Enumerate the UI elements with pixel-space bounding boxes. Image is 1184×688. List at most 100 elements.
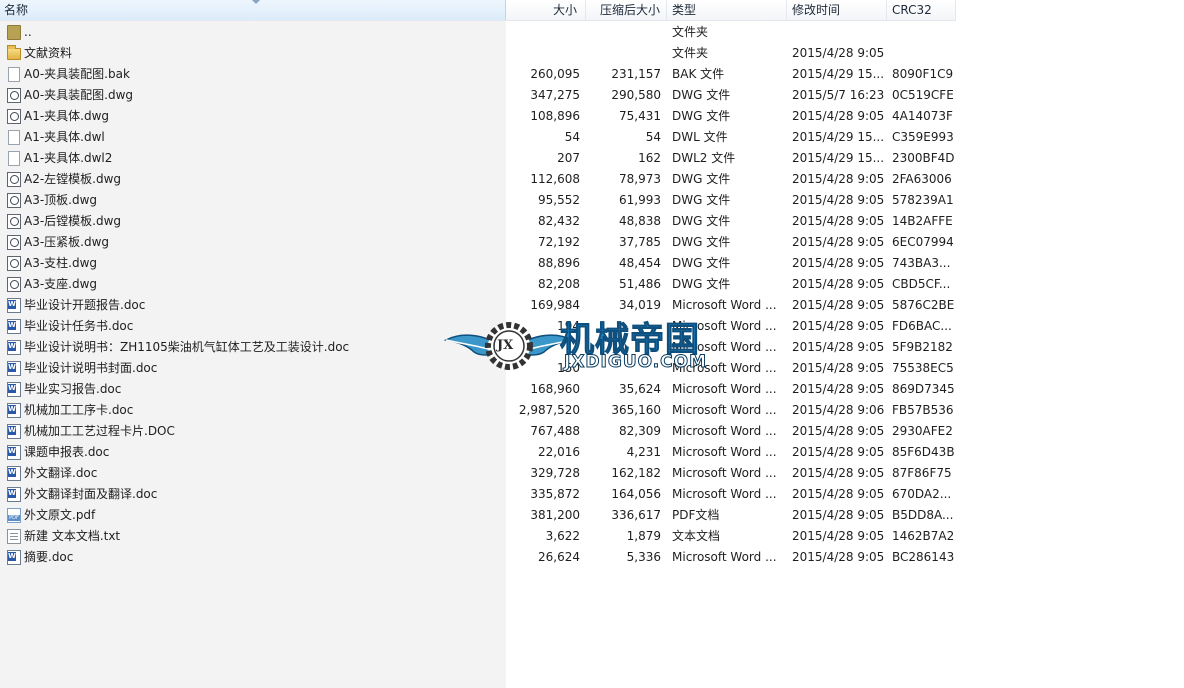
- file-row[interactable]: 机械加工工艺过程卡片.DOC 767,488 82,309 Microsoft Wor…: [0, 421, 956, 442]
- file-name: 毕业设计任务书.doc: [24, 319, 134, 333]
- file-crc: 670DA2...: [892, 487, 952, 501]
- file-type: DWG 文件: [672, 235, 731, 249]
- file-name: A0-夹具装配图.dwg: [24, 88, 134, 102]
- file-row[interactable]: A3-顶板.dwg 95,552 61,993 DWG 文件 2015/4/28 9:0…: [0, 190, 956, 211]
- file-size: 72,192: [538, 235, 580, 249]
- file-row[interactable]: 毕业设计开题报告.doc 169,984 34,019 Microsoft Word …: [0, 295, 956, 316]
- file-row[interactable]: 外文翻译封面及翻译.doc 335,872 164,056 Microsoft Wor…: [0, 484, 956, 505]
- file-type: DWG 文件: [672, 88, 731, 102]
- file-modified: 2015/4/28 9:05: [792, 508, 885, 522]
- file-crc: 0C519CFE: [892, 88, 954, 102]
- file-type: Microsoft Word ...: [672, 382, 777, 396]
- sort-arrow-icon: [252, 0, 260, 4]
- file-size: 82,208: [538, 277, 580, 291]
- file-name: 课题申报表.doc: [24, 445, 110, 459]
- file-row[interactable]: 外文原文.pdf 381,200 336,617 PDF文档 2015/4/28 9:0…: [0, 505, 956, 526]
- file-modified: 2015/4/28 9:05: [792, 466, 885, 480]
- column-header-size[interactable]: 大小: [506, 0, 586, 20]
- file-packed-size: [580, 337, 661, 358]
- file-modified: [792, 22, 888, 43]
- file-name: A3-压紧板.dwg: [24, 235, 110, 249]
- parent-folder-icon: [7, 25, 21, 40]
- column-header-packed-label: 压缩后大小: [599, 3, 660, 17]
- file-size: 3,622: [545, 529, 580, 543]
- file-type: Microsoft Word ...: [672, 340, 777, 354]
- file-row[interactable]: 毕业设计说明书封面.doc 150 Microsoft Word ... 2015/4…: [0, 358, 956, 379]
- file-size: 54: [564, 130, 580, 144]
- column-header-crc[interactable]: CRC32: [887, 0, 956, 20]
- file-name: 外文翻译.doc: [24, 466, 98, 480]
- file-crc: 14B2AFFE: [892, 214, 953, 228]
- file-row[interactable]: 新建 文本文档.txt 3,622 1,879 文本文档 2015/4/28 9:05 1…: [0, 526, 956, 547]
- file-size: 2,987,520: [518, 403, 580, 417]
- file-row[interactable]: A1-夹具体.dwl 54 54 DWL 文件 2015/4/29 15... C359E…: [0, 127, 956, 148]
- file-crc: [892, 43, 954, 64]
- doc-icon: [7, 298, 21, 313]
- file-row[interactable]: 机械加工工序卡.doc 2,987,520 365,160 Microsoft Wor…: [0, 400, 956, 421]
- file-row[interactable]: A0-夹具装配图.dwg 347,275 290,580 DWG 文件 2015/5/7…: [0, 85, 956, 106]
- file-type: Microsoft Word ...: [672, 403, 777, 417]
- column-header-type[interactable]: 类型: [667, 0, 787, 20]
- file-modified: 2015/4/28 9:05: [792, 277, 885, 291]
- column-header-packed[interactable]: 压缩后大小: [586, 0, 667, 20]
- file-name: 摘要.doc: [24, 550, 74, 564]
- file-row[interactable]: A3-压紧板.dwg 72,192 37,785 DWG 文件 2015/4/28 9:…: [0, 232, 956, 253]
- file-packed-size: 48,838: [619, 214, 661, 228]
- file-crc: B5DD8A...: [892, 508, 954, 522]
- file-name: ..: [24, 25, 32, 39]
- file-type: DWL 文件: [672, 130, 728, 144]
- file-row[interactable]: A1-夹具体.dwl2 207 162 DWL2 文件 2015/4/29 15... 2…: [0, 148, 956, 169]
- file-row[interactable]: A3-支座.dwg 82,208 51,486 DWG 文件 2015/4/28 9:0…: [0, 274, 956, 295]
- file-modified: 2015/4/28 9:05: [792, 424, 885, 438]
- doc-icon: [7, 445, 21, 460]
- file-crc: 2300BF4D: [892, 151, 954, 165]
- file-crc: 4A14073F: [892, 109, 953, 123]
- file-type: Microsoft Word ...: [672, 319, 777, 333]
- file-row[interactable]: A2-左镗模板.dwg 112,608 78,973 DWG 文件 2015/4/28 …: [0, 169, 956, 190]
- file-packed-size: 365,160: [611, 403, 661, 417]
- file-packed-size: 290,580: [611, 88, 661, 102]
- file-crc: 743BA3...: [892, 256, 951, 270]
- column-header-name[interactable]: 名称: [0, 0, 506, 20]
- file-row[interactable]: A3-后镗模板.dwg 82,432 48,838 DWG 文件 2015/4/28 9…: [0, 211, 956, 232]
- file-modified: 2015/4/28 9:05: [792, 46, 885, 60]
- file-type: DWG 文件: [672, 172, 731, 186]
- file-name: A1-夹具体.dwg: [24, 109, 110, 123]
- file-row[interactable]: 毕业实习报告.doc 168,960 35,624 Microsoft Word ..…: [0, 379, 956, 400]
- doc-icon: [7, 382, 21, 397]
- file-size: 26,624: [538, 550, 580, 564]
- file-type: PDF文档: [672, 508, 720, 522]
- file-type: Microsoft Word ...: [672, 550, 777, 564]
- column-header-modified-label: 修改时间: [792, 3, 841, 17]
- file-packed-size: 34,019: [619, 298, 661, 312]
- column-header-modified[interactable]: 修改时间: [787, 0, 887, 20]
- file-modified: 2015/4/28 9:05: [792, 361, 885, 375]
- dwg-icon: [7, 277, 21, 292]
- txt-icon: [7, 529, 21, 544]
- file-name: 毕业设计开题报告.doc: [24, 298, 146, 312]
- file-size: 767,488: [530, 424, 580, 438]
- file-row[interactable]: A0-夹具装配图.bak 260,095 231,157 BAK 文件 2015/4/2…: [0, 64, 956, 85]
- doc-icon: [7, 424, 21, 439]
- file-row[interactable]: 外文翻译.doc 329,728 162,182 Microsoft Word ...…: [0, 463, 956, 484]
- file-row[interactable]: 摘要.doc 26,624 5,336 Microsoft Word ... 2015/…: [0, 547, 956, 568]
- file-row[interactable]: 文献资料 文件夹 2015/4/28 9:05: [0, 43, 956, 64]
- file-row[interactable]: 毕业设计说明书：ZH1105柴油机气缸体工艺及工装设计.doc Microsoft…: [0, 337, 956, 358]
- file-row[interactable]: A3-支柱.dwg 88,896 48,454 DWG 文件 2015/4/28 9:0…: [0, 253, 956, 274]
- file-row[interactable]: A1-夹具体.dwg 108,896 75,431 DWG 文件 2015/4/28 9…: [0, 106, 956, 127]
- file-row[interactable]: .. 文件夹: [0, 22, 956, 43]
- file-row[interactable]: 毕业设计任务书.doc 194 Microsoft Word ... 2015/4/2…: [0, 316, 956, 337]
- file-type: Microsoft Word ...: [672, 424, 777, 438]
- file-size: 381,200: [530, 508, 580, 522]
- file-modified: 2015/4/29 15...: [792, 130, 885, 144]
- file-icon: [8, 151, 20, 166]
- file-modified: 2015/4/28 9:05: [792, 550, 885, 564]
- file-name: A3-后镗模板.dwg: [24, 214, 122, 228]
- file-crc: 8090F1C9: [892, 67, 954, 81]
- file-row[interactable]: 课题申报表.doc 22,016 4,231 Microsoft Word ... 20…: [0, 442, 956, 463]
- file-packed-size: [580, 358, 661, 379]
- dwg-icon: [7, 193, 21, 208]
- file-crc: C359E993: [892, 130, 954, 144]
- dwg-icon: [7, 214, 21, 229]
- file-modified: 2015/4/28 9:05: [792, 256, 885, 270]
